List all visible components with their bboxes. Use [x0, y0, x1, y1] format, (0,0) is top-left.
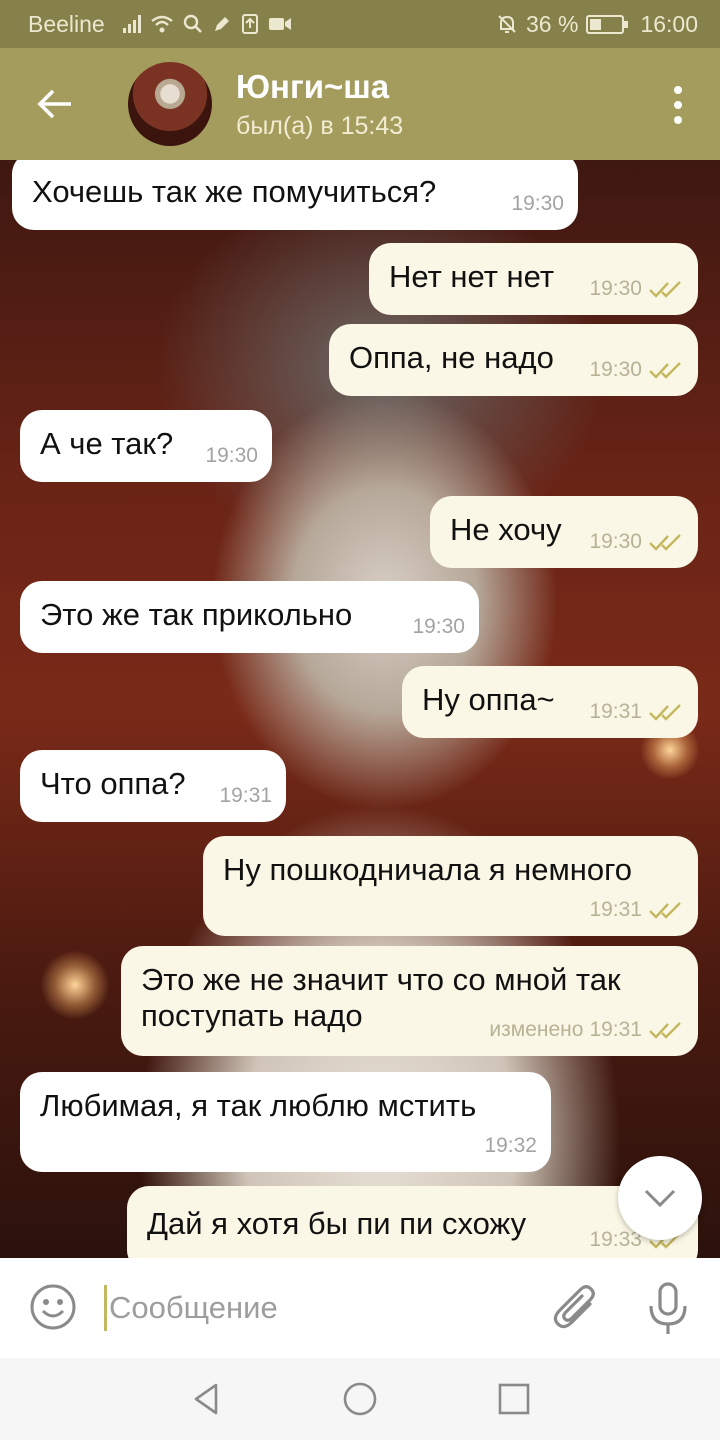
read-check-icon [649, 1022, 681, 1039]
wifi-icon [150, 15, 173, 33]
message-text: Хочешь так же помучиться? [32, 174, 437, 209]
message-input-bar [0, 1258, 720, 1358]
message-text: Что оппа? [40, 766, 186, 801]
message-bubble-outgoing[interactable]: Оппа, не надо 19:30 [329, 324, 698, 396]
message-time: 19:31 [589, 898, 642, 921]
message-text-line: поступать надо [141, 998, 363, 1033]
scroll-down-button[interactable] [618, 1156, 702, 1240]
message-bubble-outgoing[interactable]: Не хочу 19:30 [430, 496, 698, 568]
status-bar: Beeline 36 % 16:00 [0, 0, 720, 48]
message-text: А че так? [40, 426, 174, 461]
pen-icon [214, 17, 229, 31]
message-bubble-incoming[interactable]: Что оппа? 19:31 [20, 750, 286, 822]
message-text: Любимая, я так люблю мстить [40, 1088, 477, 1123]
message-bubble-outgoing[interactable]: Ну оппа~ 19:31 [402, 666, 698, 738]
message-text: Нет нет нет [389, 259, 555, 294]
mute-bell-icon [498, 15, 516, 33]
search-icon [183, 14, 202, 33]
signal-icon [122, 15, 141, 33]
message-text: Оппа, не надо [349, 340, 554, 375]
message-time: 19:30 [205, 444, 258, 467]
nav-recents-icon[interactable] [494, 1379, 534, 1419]
system-navigation-bar [0, 1358, 720, 1440]
contact-info[interactable]: Юнги~ша был(а) в 15:43 [236, 68, 403, 141]
battery-icon [586, 14, 629, 34]
message-time: 19:30 [412, 615, 465, 638]
message-field[interactable] [104, 1282, 524, 1334]
carrier-name: Beeline [28, 10, 105, 37]
message-text: Не хочу [450, 512, 562, 547]
arrow-left-icon [37, 89, 71, 119]
background-light [40, 950, 110, 1020]
chat-messages[interactable]: Хочешь так же помучиться? 19:30 Нет нет … [0, 160, 720, 1258]
nav-home-icon[interactable] [340, 1379, 380, 1419]
message-text: Ну оппа~ [422, 682, 555, 717]
message-time: 19:31 [589, 700, 642, 723]
video-icon [268, 18, 291, 30]
message-bubble-incoming[interactable]: Это же так прикольно 19:30 [20, 581, 479, 653]
message-time: 19:31 [589, 1018, 642, 1041]
contact-name: Юнги~ша [236, 67, 390, 105]
edited-label: изменено [489, 1018, 584, 1041]
voice-record-button[interactable] [640, 1280, 696, 1343]
message-time: 19:30 [589, 530, 642, 553]
more-vertical-icon[interactable] [674, 86, 682, 124]
back-button[interactable] [0, 48, 110, 160]
attach-button[interactable] [552, 1282, 600, 1339]
smile-icon [30, 1284, 76, 1330]
message-bubble-incoming[interactable]: А че так? 19:30 [20, 410, 272, 482]
message-text: Дай я хотя бы пи пи схожу [147, 1206, 527, 1241]
read-check-icon [649, 534, 681, 551]
message-time: 19:32 [484, 1134, 537, 1157]
message-time: 19:31 [219, 784, 272, 807]
message-text: Это же так прикольно [40, 597, 353, 632]
message-bubble-outgoing[interactable]: Ну пошкодничала я немного 19:31 [203, 836, 698, 936]
message-text-line: Это же не значит что со мной так [141, 962, 621, 997]
read-check-icon [649, 281, 681, 298]
nav-back-icon[interactable] [186, 1379, 226, 1419]
upload-icon [241, 14, 258, 34]
read-check-icon [649, 902, 681, 919]
message-time: 19:30 [589, 358, 642, 381]
message-time: 19:30 [589, 277, 642, 300]
message-bubble-outgoing[interactable]: Дай я хотя бы пи пи схожу 19:33 [127, 1186, 698, 1258]
paperclip-icon [553, 1285, 595, 1329]
clock: 16:00 [640, 10, 698, 37]
message-time: 19:30 [511, 192, 564, 215]
message-text: Ну пошкодничала я немного [223, 852, 633, 887]
battery-percent: 36 % [526, 10, 579, 37]
avatar[interactable] [128, 62, 212, 146]
emoji-button[interactable] [28, 1282, 78, 1337]
read-check-icon [649, 704, 681, 721]
message-bubble-incoming[interactable]: Любимая, я так люблю мстить 19:32 [20, 1072, 551, 1172]
message-bubble-outgoing[interactable]: Нет нет нет 19:30 [369, 243, 698, 315]
message-bubble-incoming[interactable]: Хочешь так же помучиться? 19:30 [12, 160, 578, 230]
chat-header: Юнги~ша был(а) в 15:43 [0, 48, 720, 160]
microphone-icon [649, 1282, 687, 1334]
read-check-icon [649, 362, 681, 379]
chevron-down-icon [644, 1189, 676, 1208]
message-input[interactable] [107, 1282, 507, 1334]
message-bubble-outgoing[interactable]: Это же не значит что со мной так поступа… [121, 946, 698, 1056]
last-seen-status: был(а) в 15:43 [236, 111, 404, 140]
